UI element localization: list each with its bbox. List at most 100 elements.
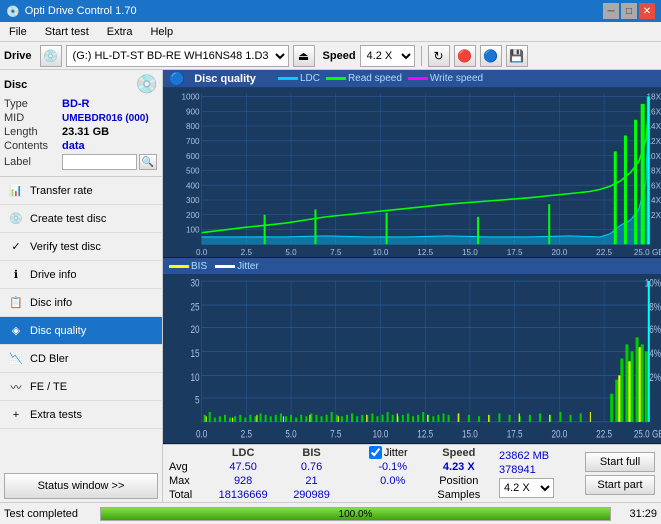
disc-label-browse-btn[interactable]: 🔍	[139, 154, 157, 170]
svg-text:15.0: 15.0	[462, 247, 478, 257]
drive-toolbar: Drive 💿 (G:) HL-DT-ST BD-RE WH16NS48 1.D…	[0, 42, 661, 70]
svg-text:500: 500	[186, 165, 200, 175]
sidebar-item-disc-info[interactable]: 📋 Disc info	[0, 289, 162, 317]
minimize-button[interactable]: ─	[603, 3, 619, 19]
legend-ldc: LDC	[278, 73, 320, 84]
sidebar-item-label-drive-info: Drive info	[30, 269, 76, 281]
svg-text:5.0: 5.0	[285, 428, 297, 441]
disc-mid-label: MID	[4, 112, 62, 124]
svg-text:12.5: 12.5	[417, 428, 433, 441]
toolbar-btn-3[interactable]: 🔵	[480, 45, 502, 67]
title-bar: 💿 Opti Drive Control 1.70 ─ □ ✕	[0, 0, 661, 22]
chart2-svg: 30 25 20 15 10 5 10% 8% 6% 4% 2% 0.0 2.5…	[163, 274, 661, 443]
title-bar-controls: ─ □ ✕	[603, 3, 655, 19]
max-jitter: 0.0%	[361, 474, 425, 488]
menu-extra[interactable]: Extra	[102, 25, 138, 39]
toolbar-btn-1[interactable]: ↻	[428, 45, 450, 67]
legend-ldc-label: LDC	[300, 73, 320, 84]
legend-jitter-color	[215, 265, 235, 268]
eject-button[interactable]: ⏏	[293, 45, 315, 67]
sidebar-item-verify-test-disc[interactable]: ✓ Verify test disc	[0, 233, 162, 261]
sidebar-item-create-test-disc[interactable]: 💿 Create test disc	[0, 205, 162, 233]
quality-header-title: Disc quality	[194, 73, 256, 85]
stats-bar: LDC BIS Jitter Speed Avg 47.	[163, 444, 661, 502]
chart1-container: 1000 900 800 700 600 500 400 300 200 100…	[163, 88, 661, 258]
disc-label-label: Label	[4, 156, 62, 168]
svg-text:10: 10	[191, 372, 200, 385]
sidebar-item-extra-tests[interactable]: + Extra tests	[0, 401, 162, 429]
content-area: 🔵 Disc quality LDC Read speed Write spee…	[163, 70, 661, 502]
menu-file[interactable]: File	[4, 25, 32, 39]
sidebar-item-transfer-rate[interactable]: 📊 Transfer rate	[0, 177, 162, 205]
sidebar-item-drive-info[interactable]: ℹ Drive info	[0, 261, 162, 289]
toolbar-btn-save[interactable]: 💾	[506, 45, 528, 67]
sidebar-item-cd-bler[interactable]: 📉 CD Bler	[0, 345, 162, 373]
svg-text:700: 700	[186, 136, 200, 146]
disc-section-label: Disc	[4, 79, 27, 91]
samples-label: Samples	[437, 489, 480, 501]
svg-text:8%: 8%	[649, 301, 661, 314]
drive-select[interactable]: (G:) HL-DT-ST BD-RE WH16NS48 1.D3	[66, 45, 289, 67]
svg-text:12.5: 12.5	[417, 247, 433, 257]
max-ldc: 928	[205, 474, 281, 488]
svg-text:22.5: 22.5	[596, 428, 612, 441]
main-layout: Disc 💿 Type BD-R MID UMEBDR016 (000) Len…	[0, 70, 661, 502]
samples-value: 378941	[499, 464, 536, 476]
speed-dropdown[interactable]: 4.2 X	[499, 478, 554, 498]
disc-length-value: 23.31 GB	[62, 126, 109, 138]
legend-jitter-label: Jitter	[237, 261, 259, 272]
svg-text:17.5: 17.5	[507, 247, 523, 257]
total-bis: 290989	[281, 488, 342, 502]
status-window-button[interactable]: Status window >>	[4, 473, 158, 499]
svg-text:10.0: 10.0	[373, 428, 389, 441]
stats-header-empty	[169, 445, 205, 460]
app-title: Opti Drive Control 1.70	[25, 5, 137, 17]
menu-help[interactable]: Help	[145, 25, 178, 39]
max-label: Max	[169, 474, 205, 488]
svg-text:900: 900	[186, 106, 200, 116]
chart2-container: 30 25 20 15 10 5 10% 8% 6% 4% 2% 0.0 2.5…	[163, 274, 661, 444]
extra-tests-icon: +	[8, 407, 24, 423]
title-bar-left: 💿 Opti Drive Control 1.70	[6, 5, 137, 18]
disc-length-row: Length 23.31 GB	[4, 126, 158, 138]
max-bis: 21	[281, 474, 342, 488]
fe-te-icon: 〰	[8, 379, 24, 395]
menu-bar: File Start test Extra Help	[0, 22, 661, 42]
legend-write-speed: Write speed	[408, 73, 483, 84]
create-test-icon: 💿	[8, 211, 24, 227]
close-button[interactable]: ✕	[639, 3, 655, 19]
disc-label-row: Label 🔍	[4, 154, 158, 170]
sidebar-item-disc-quality[interactable]: ◈ Disc quality	[0, 317, 162, 345]
start-full-button[interactable]: Start full	[585, 452, 655, 472]
svg-text:2.5: 2.5	[241, 247, 253, 257]
speed-select[interactable]: 4.2 X	[360, 45, 415, 67]
legend-bis: BIS	[169, 261, 207, 272]
disc-mid-value: UMEBDR016 (000)	[62, 113, 149, 124]
disc-info-icon: 📋	[8, 295, 24, 311]
disc-type-row: Type BD-R	[4, 98, 158, 110]
start-part-button[interactable]: Start part	[585, 475, 655, 495]
position-value: 23862 MB	[499, 450, 549, 462]
disc-label-input[interactable]	[62, 154, 137, 170]
svg-text:100: 100	[186, 225, 200, 235]
sidebar-item-fe-te[interactable]: 〰 FE / TE	[0, 373, 162, 401]
svg-text:400: 400	[186, 180, 200, 190]
avg-ldc: 47.50	[205, 460, 281, 474]
legend-bis-color	[169, 265, 189, 268]
stats-header-bis: BIS	[281, 445, 342, 460]
drive-info-icon: ℹ	[8, 267, 24, 283]
svg-text:6X: 6X	[651, 180, 661, 190]
toolbar-btn-2[interactable]: 🔴	[454, 45, 476, 67]
sidebar: Disc 💿 Type BD-R MID UMEBDR016 (000) Len…	[0, 70, 163, 502]
maximize-button[interactable]: □	[621, 3, 637, 19]
drive-icon-btn[interactable]: 💿	[40, 45, 62, 67]
sidebar-item-label-disc-info: Disc info	[30, 297, 72, 309]
chart2-header: BIS Jitter	[163, 258, 661, 274]
disc-panel-header: Disc 💿	[4, 74, 158, 95]
jitter-checkbox[interactable]	[369, 446, 382, 459]
legend-read-color	[326, 77, 346, 80]
menu-start-test[interactable]: Start test	[40, 25, 94, 39]
svg-text:4X: 4X	[651, 195, 661, 205]
sidebar-item-label-verify: Verify test disc	[30, 241, 101, 253]
sidebar-item-label-create: Create test disc	[30, 213, 106, 225]
